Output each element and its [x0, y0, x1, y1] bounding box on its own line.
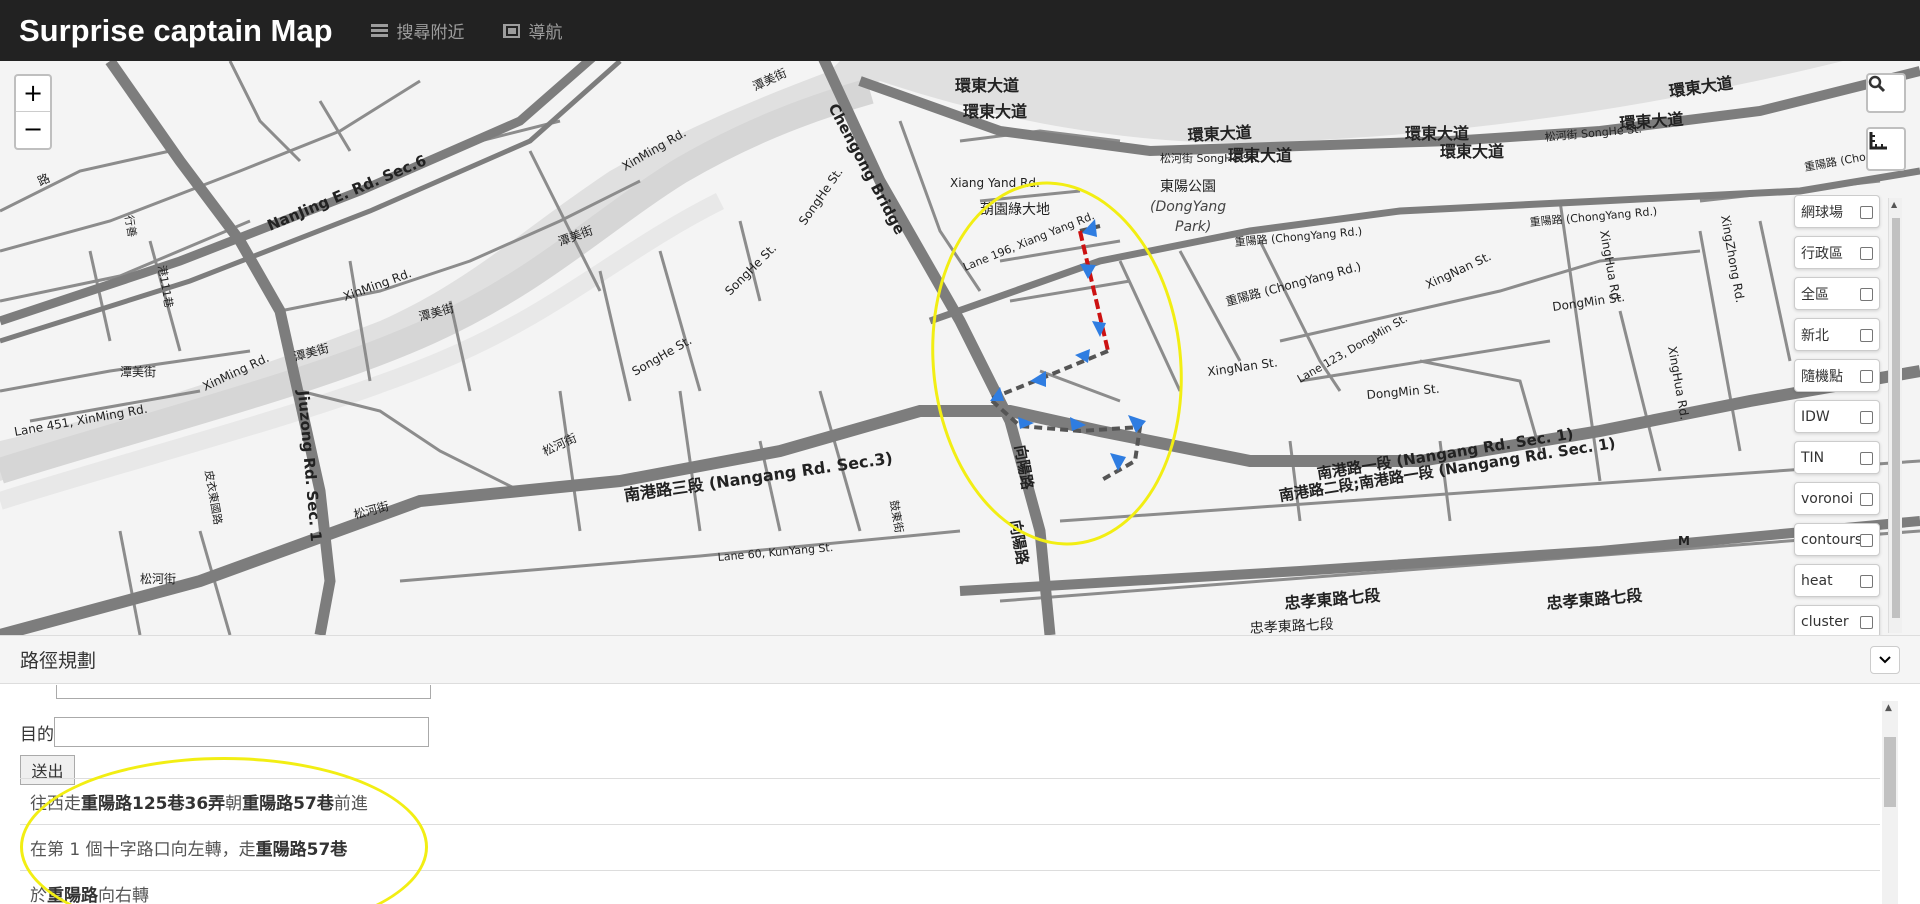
layer-label: voronoi — [1801, 490, 1854, 507]
scroll-up-icon[interactable]: ▲ — [1885, 703, 1892, 713]
svg-text:忠孝東路七段: 忠孝東路七段 — [1284, 586, 1382, 613]
zoom-out-button[interactable]: − — [16, 112, 50, 148]
svg-text:環東大道: 環東大道 — [1187, 123, 1252, 145]
nav-search-nearby-label: 搜尋附近 — [396, 23, 465, 43]
svg-text:松河街: 松河街 — [140, 572, 176, 586]
layer-checkbox[interactable] — [1860, 575, 1873, 588]
svg-text:潭美街: 潭美街 — [120, 365, 156, 379]
layer-item[interactable]: TIN — [1794, 441, 1880, 474]
chevron-down-icon — [1879, 656, 1891, 664]
layer-label: 行政區 — [1801, 245, 1843, 262]
map-search-button[interactable] — [1866, 73, 1906, 113]
svg-text:XingNan St.: XingNan St. — [1423, 249, 1493, 292]
flag-icon — [502, 23, 520, 38]
svg-text:XingNan St.: XingNan St. — [1206, 355, 1278, 379]
route-planning-panel: 路徑規劃 目的 送出 往西走 重陽路125巷36弄朝重陽路57巷 前進 在第 1 個… — [0, 635, 1920, 904]
layer-label: 全區 — [1801, 286, 1829, 303]
svg-text:XingZhong Rd.: XingZhong Rd. — [1718, 214, 1747, 304]
panel-scroll-thumb[interactable] — [1884, 737, 1896, 807]
search-icon — [1868, 75, 1886, 93]
layer-item[interactable]: 行政區 — [1794, 236, 1880, 269]
layer-label: IDW — [1801, 408, 1830, 425]
svg-text:重陽路 (ChongYang Rd.): 重陽路 (ChongYang Rd.) — [1529, 204, 1658, 229]
svg-text:環東大道: 環東大道 — [955, 76, 1019, 95]
layer-label: cluster — [1801, 613, 1849, 630]
panel-scrollbar[interactable]: ▲ — [1882, 701, 1898, 904]
origin-field[interactable] — [56, 685, 431, 699]
svg-text:松河街 SongHe St.: 松河街 SongHe St. — [1160, 151, 1258, 165]
svg-text:行善: 行善 — [122, 214, 140, 238]
svg-text:(DongYang: (DongYang — [1150, 199, 1226, 215]
svg-text:忠孝東路七段: 忠孝東路七段 — [1249, 617, 1334, 635]
scroll-up-icon[interactable]: ▲ — [1891, 200, 1897, 209]
layer-item[interactable]: heat — [1794, 564, 1880, 597]
svg-text:環東大道: 環東大道 — [1440, 142, 1504, 161]
layer-item[interactable]: contours — [1794, 523, 1880, 556]
svg-text:Lane 60, KunYang St.: Lane 60, KunYang St. — [717, 541, 834, 564]
layer-checkbox[interactable] — [1860, 370, 1873, 383]
navbar: Surprise captain Map 搜尋附近 導航 — [0, 0, 1920, 61]
list-icon — [370, 23, 388, 38]
svg-text:XingHua Rd.: XingHua Rd. — [1665, 345, 1692, 421]
layer-checkbox[interactable] — [1860, 288, 1873, 301]
layer-checkbox[interactable] — [1860, 411, 1873, 424]
layer-scrollbar[interactable]: ▲ — [1888, 198, 1902, 633]
layer-checkbox[interactable] — [1860, 616, 1873, 629]
layer-checkbox[interactable] — [1860, 493, 1873, 506]
layer-label: heat — [1801, 572, 1833, 589]
map-measure-button[interactable] — [1866, 127, 1906, 171]
svg-text:忠孝東路七段: 忠孝東路七段 — [1546, 586, 1644, 613]
app-title[interactable]: Surprise captain Map — [19, 13, 333, 49]
svg-text:DongMin St.: DongMin St. — [1366, 382, 1440, 402]
layer-checkbox[interactable] — [1860, 206, 1873, 219]
map-canvas[interactable]: 環東大道 環東大道 環東大道 環東大道 環東大道 環東大道 環東大道 環東大道 … — [0, 61, 1920, 635]
svg-text:重陽路 (ChongYang Rd.): 重陽路 (ChongYang Rd.) — [1224, 258, 1363, 309]
svg-text:松河街 SongHe St.: 松河街 SongHe St. — [1544, 122, 1642, 144]
layer-label: 隨機點 — [1801, 368, 1843, 385]
panel-body: 目的 送出 往西走 重陽路125巷36弄朝重陽路57巷 前進 在第 1 個十字路口向… — [0, 685, 1920, 904]
svg-text:鼓東街: 鼓東街 — [887, 499, 907, 534]
destination-field[interactable] — [54, 717, 429, 747]
svg-text:皮衣東國路: 皮衣東國路 — [202, 469, 225, 526]
svg-text:港111巷: 港111巷 — [155, 264, 175, 309]
destination-row: 目的 — [20, 717, 429, 747]
layer-checkbox[interactable] — [1860, 247, 1873, 260]
svg-text:Park): Park) — [1175, 219, 1211, 235]
panel-header: 路徑規劃 — [0, 636, 1920, 684]
layer-item[interactable]: 隨機點 — [1794, 359, 1880, 392]
layer-checkbox[interactable] — [1860, 534, 1873, 547]
layer-label: 新北 — [1801, 327, 1829, 344]
layer-item[interactable]: cluster — [1794, 605, 1880, 635]
svg-text:SongHe St.: SongHe St. — [630, 333, 695, 378]
nav-navigation[interactable]: 導航 — [502, 18, 563, 43]
layer-checkbox[interactable] — [1860, 452, 1873, 465]
destination-label: 目的 — [20, 724, 54, 745]
layer-item[interactable]: 網球場 — [1794, 195, 1880, 228]
layer-label: contours — [1801, 531, 1863, 548]
svg-text:SongHe St.: SongHe St. — [722, 241, 779, 298]
layer-scroll-thumb[interactable] — [1892, 218, 1900, 618]
layer-item[interactable]: voronoi — [1794, 482, 1880, 515]
svg-text:M: M — [1678, 534, 1690, 548]
layer-label: TIN — [1801, 449, 1825, 466]
svg-text:環東大道: 環東大道 — [963, 102, 1027, 121]
svg-text:松河街: 松河街 — [540, 431, 579, 459]
zoom-in-button[interactable]: + — [16, 76, 50, 112]
layer-label: 網球場 — [1801, 204, 1843, 221]
svg-text:環東大道: 環東大道 — [1405, 124, 1469, 143]
svg-text:SongHe St.: SongHe St. — [796, 165, 846, 228]
zoom-control: + − — [14, 74, 52, 150]
panel-title: 路徑規劃 — [20, 650, 97, 672]
layer-item[interactable]: 新北 — [1794, 318, 1880, 351]
svg-text:東陽公園: 東陽公園 — [1160, 179, 1216, 195]
nav-search-nearby[interactable]: 搜尋附近 — [370, 18, 465, 43]
layer-item[interactable]: 全區 — [1794, 277, 1880, 310]
layer-checkbox[interactable] — [1860, 329, 1873, 342]
nav-navigation-label: 導航 — [528, 23, 563, 43]
collapse-button[interactable] — [1870, 646, 1900, 674]
layer-item[interactable]: IDW — [1794, 400, 1880, 433]
ruler-icon — [1869, 132, 1887, 150]
